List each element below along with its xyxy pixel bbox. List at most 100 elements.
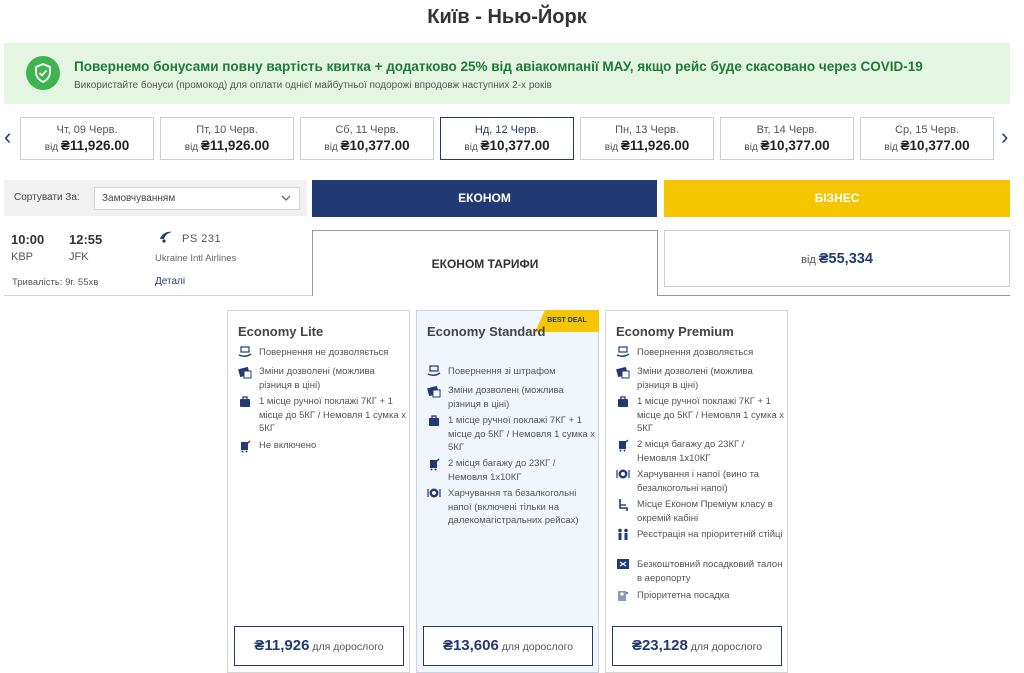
refund-icon <box>237 346 252 360</box>
fare-feature: 2 місця багажу до 23КГ / Немовля 1х10КГ <box>614 438 784 465</box>
date-label: Нд, 12 Черв. <box>474 124 540 136</box>
prev-dates-button[interactable]: ‹ <box>4 126 11 148</box>
date-option-selected[interactable]: Нд, 12 Черв. від ₴10,377.00 <box>440 117 574 160</box>
select-fare-button[interactable]: ₴23,128 для дорослого <box>612 626 782 666</box>
priority-boarding-icon <box>615 589 630 603</box>
refund-icon <box>426 365 441 379</box>
business-price-box[interactable]: від ₴55,334 <box>664 230 1010 287</box>
fare-price: ₴23,128 <box>631 637 688 654</box>
shield-check-icon <box>26 56 60 90</box>
feature-text: Повернення дозволяється <box>637 347 754 358</box>
chevron-down-icon <box>281 192 291 207</box>
from-label: від <box>184 142 199 153</box>
feature-text: Харчування і напої (вино та безалкогольн… <box>637 469 760 494</box>
priority-checkin-icon <box>615 528 630 542</box>
fare-feature: 1 місце ручної поклажі 7КГ + 1 місце до … <box>425 414 595 455</box>
fare-feature: Харчування та безалкогольні напої (включ… <box>425 487 595 528</box>
date-price: ₴11,926.00 <box>200 138 270 153</box>
fare-feature: Безкоштовний посадковий талон в аеропорт… <box>614 558 784 585</box>
sort-value: Замовчуванням <box>102 193 176 204</box>
select-fare-button[interactable]: ₴13,606 для дорослого <box>423 626 593 666</box>
booking-page: Київ - Нью-Йорк Повернемо бонусами повну… <box>0 0 1024 673</box>
feature-text: Зміни дозволені (можлива різниця в ціні) <box>448 385 564 410</box>
divider <box>657 295 1010 296</box>
ticket-change-icon <box>615 365 630 379</box>
fare-feature: 1 місце ручної поклажі 7КГ + 1 місце до … <box>614 395 784 436</box>
arrival-time: 12:55 <box>69 232 103 247</box>
next-dates-button[interactable]: › <box>1001 126 1008 148</box>
date-option[interactable]: Чт, 09 Черв. від ₴11,926.00 <box>20 117 154 160</box>
tab-business[interactable]: БІЗНЕС <box>664 180 1010 217</box>
from-label: від <box>801 254 816 266</box>
fare-feature: 1 місце ручної поклажі 7КГ + 1 місце до … <box>236 395 406 436</box>
arrival-airport: JFK <box>69 251 89 263</box>
fare-feature: Повернення не дозволяється <box>236 346 406 360</box>
feature-text: 2 місця багажу до 23КГ / Немовля 1х10КГ <box>448 458 556 483</box>
date-price: ₴11,926.00 <box>620 138 690 153</box>
flight-duration: Тривалість: 9г. 55хв <box>12 277 99 288</box>
feature-text: Пріоритетна посадка <box>637 590 730 601</box>
date-label: Вт, 14 Черв. <box>756 124 818 136</box>
fare-feature: Не включено <box>236 439 406 453</box>
refund-icon <box>615 346 630 360</box>
tab-economy-fares[interactable]: ЕКОНОМ ТАРИФИ <box>312 230 658 296</box>
fare-card-economy-lite[interactable]: Economy Lite Повернення не дозволяється … <box>227 310 410 673</box>
date-label: Ср, 15 Черв. <box>895 124 959 136</box>
fare-feature: Зміни дозволені (можлива різниця в ціні) <box>425 384 595 411</box>
boarding-pass-icon <box>615 558 630 572</box>
select-fare-button[interactable]: ₴11,926 для дорослого <box>234 626 404 666</box>
date-option[interactable]: Пн, 13 Черв. від ₴11,926.00 <box>580 117 714 160</box>
date-option[interactable]: Пт, 10 Черв. від ₴11,926.00 <box>160 117 294 160</box>
sort-label: Сортувати За: <box>14 192 80 203</box>
fare-card-economy-standard[interactable]: BEST DEAL Economy Standard Повернення зі… <box>416 310 599 673</box>
cabin-bag-icon <box>426 414 441 428</box>
fare-price: ₴13,606 <box>442 637 499 654</box>
cabin-bag-icon <box>237 395 252 409</box>
flight-details-link[interactable]: Деталі <box>155 276 185 287</box>
feature-text: Зміни дозволені (можлива різниця в ціні) <box>637 366 753 391</box>
date-carousel: Чт, 09 Черв. від ₴11,926.00 Пт, 10 Черв.… <box>20 117 994 160</box>
from-label: від <box>884 142 898 153</box>
feature-text: Реєстрація на пріоритетній стійці <box>637 529 783 540</box>
departure-time: 10:00 <box>11 232 45 247</box>
date-option[interactable]: Вт, 14 Черв. від ₴10,377.00 <box>720 117 854 160</box>
date-price: ₴10,377.00 <box>340 138 410 153</box>
date-price: ₴10,377.00 <box>900 138 970 153</box>
feature-text: 1 місце ручної поклажі 7КГ + 1 місце до … <box>637 396 784 434</box>
fare-feature: 2 місця багажу до 23КГ / Немовля 1х10КГ <box>425 457 595 484</box>
date-price: ₴10,377.00 <box>480 138 550 153</box>
date-option[interactable]: Ср, 15 Черв. від ₴10,377.00 <box>860 117 994 160</box>
sort-panel: Сортувати За: Замовчуванням <box>4 180 307 216</box>
from-label: від <box>324 142 338 153</box>
price-per-label: для дорослого <box>690 641 763 653</box>
fare-name: Economy Standard <box>427 324 546 339</box>
airline-logo-icon <box>158 230 174 249</box>
date-label: Чт, 09 Черв. <box>56 124 118 136</box>
fare-feature: Зміни дозволені (можлива різниця в ціні) <box>614 365 784 392</box>
feature-text: Повернення не дозволяється <box>259 347 389 358</box>
feature-text: Повернення зі штрафом <box>448 366 556 377</box>
fare-feature: Харчування і напої (вино та безалкогольн… <box>614 468 784 495</box>
ticket-change-icon <box>426 384 441 398</box>
from-label: від <box>44 142 59 153</box>
banner-headline: Повернемо бонусами повну вартість квитка… <box>74 59 923 74</box>
banner-subtext: Використайте бонуси (промокод) для оплат… <box>74 80 552 91</box>
fare-feature: Повернення дозволяється <box>614 346 784 360</box>
from-label: від <box>464 142 478 153</box>
feature-text: Зміни дозволені (можлива різниця в ціні) <box>259 366 375 391</box>
flight-summary: 10:00 12:55 KBP JFK PS 231 Ukraine Intl … <box>4 222 312 296</box>
tab-economy[interactable]: ЕКОНОМ <box>312 180 657 217</box>
price-per-label: для дорослого <box>312 641 384 653</box>
fare-feature: Повернення зі штрафом <box>425 365 595 379</box>
date-label: Пт, 10 Черв. <box>196 124 258 136</box>
fare-feature: Пріоритетна посадка <box>614 589 784 603</box>
feature-text: 1 місце ручної поклажі 7КГ + 1 місце до … <box>259 396 406 434</box>
date-option[interactable]: Сб, 11 Черв. від ₴10,377.00 <box>300 117 434 160</box>
covid-banner: Повернемо бонусами повну вартість квитка… <box>4 43 1010 104</box>
fare-card-economy-premium[interactable]: Economy Premium Повернення дозволяється … <box>605 310 788 673</box>
fare-price: ₴11,926 <box>254 637 310 654</box>
ticket-change-icon <box>237 365 252 379</box>
sort-select[interactable]: Замовчуванням <box>94 187 300 210</box>
date-label: Сб, 11 Черв. <box>335 124 399 136</box>
feature-text: 1 місце ручної поклажі 7КГ + 1 місце до … <box>448 415 595 453</box>
